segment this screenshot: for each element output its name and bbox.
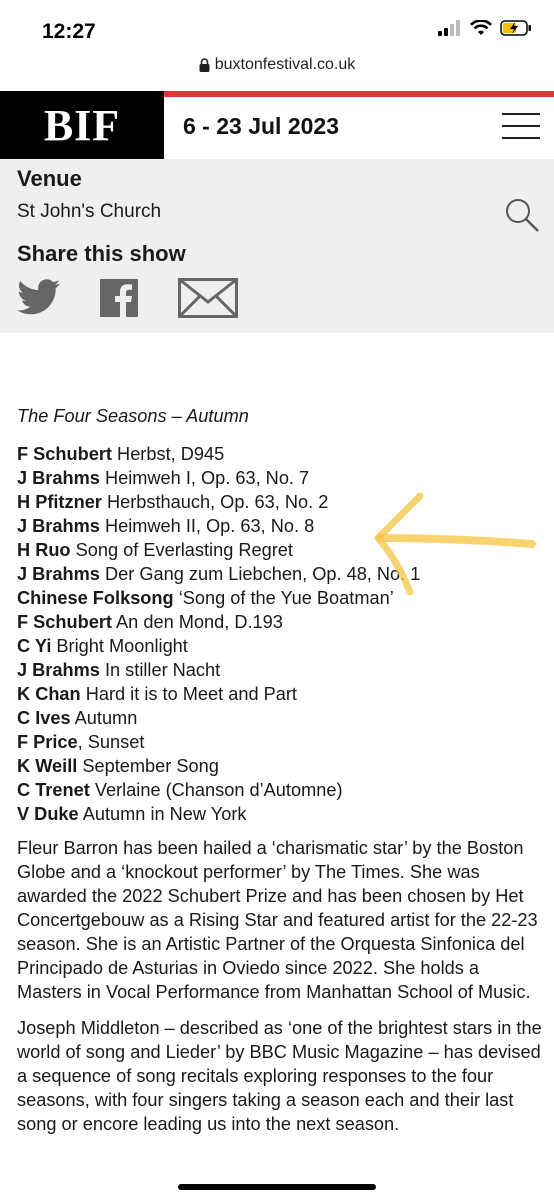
composer-name: H Pfitzner <box>17 492 102 512</box>
search-icon[interactable] <box>504 197 540 233</box>
work-title: Herbsthauch, Op. 63, No. 2 <box>101 492 329 512</box>
composer-name: K Chan <box>17 684 81 704</box>
composer-name: Chinese Folksong <box>17 588 174 608</box>
work-title: Song of Everlasting Regret <box>70 540 293 560</box>
venue-heading: Venue <box>17 166 82 191</box>
composer-name: F Price <box>17 732 78 752</box>
programme-item: C Yi Bright Moonlight <box>17 634 542 658</box>
work-title: Verlaine (Chanson d’Automne) <box>89 780 343 800</box>
work-title: ‘Song of the Yue Boatman’ <box>173 588 394 608</box>
work-title: In stiller Nacht <box>99 660 221 680</box>
battery-charging-icon <box>500 20 531 36</box>
menu-icon[interactable] <box>502 113 540 149</box>
composer-name: C Yi <box>17 636 52 656</box>
programme-item: J Brahms Heimweh I, Op. 63, No. 7 <box>17 466 542 490</box>
home-indicator[interactable] <box>178 1184 376 1190</box>
composer-name: F Schubert <box>17 444 112 464</box>
programme-item: F Schubert An den Mond, D.193 <box>17 610 542 634</box>
composer-name: J Brahms <box>17 660 100 680</box>
description-paragraph: Fleur Barron has been hailed a ‘charisma… <box>17 838 538 1002</box>
festival-logo[interactable]: BIF <box>0 91 164 159</box>
composer-name: J Brahms <box>17 516 100 536</box>
work-title: An den Mond, D.193 <box>112 612 283 632</box>
description-paragraph: Joseph Middleton – described as ‘one of … <box>17 1018 542 1134</box>
composer-name: J Brahms <box>17 564 100 584</box>
url-text: buxtonfestival.co.uk <box>214 56 356 73</box>
description-paragraphs: Fleur Barron has been hailed a ‘charisma… <box>17 836 542 1136</box>
work-title: Herbst, D945 <box>112 444 225 464</box>
programme-item: K Chan Hard it is to Meet and Part <box>17 682 542 706</box>
composer-name: C Ives <box>17 708 71 728</box>
work-title: Bright Moonlight <box>51 636 188 656</box>
status-bar: 12:27 <box>0 0 554 50</box>
accent-bar <box>164 91 554 97</box>
programme-item: C Ives Autumn <box>17 706 542 730</box>
work-title: September Song <box>77 756 219 776</box>
work-title: Hard it is to Meet and Part <box>80 684 297 704</box>
share-heading: Share this show <box>17 241 186 266</box>
work-title: Heimweh II, Op. 63, No. 8 <box>99 516 315 536</box>
venue-name: St John's Church <box>17 201 162 222</box>
programme-title: The Four Seasons – Autumn <box>17 406 249 426</box>
status-icons <box>438 20 532 36</box>
composer-name: H Ruo <box>17 540 71 560</box>
programme-item: K Weill September Song <box>17 754 542 778</box>
programme-item: C Trenet Verlaine (Chanson d’Automne) <box>17 778 542 802</box>
programme-item: F Schubert Herbst, D945 <box>17 442 542 466</box>
signal-icon <box>438 20 460 36</box>
work-title: Autumn <box>70 708 138 728</box>
composer-name: J Brahms <box>17 468 100 488</box>
composer-name: C Trenet <box>17 780 90 800</box>
wifi-icon <box>470 20 492 35</box>
browser-url-bar[interactable]: buxtonfestival.co.uk <box>0 56 554 74</box>
composer-name: V Duke <box>17 804 79 824</box>
programme-item: J Brahms In stiller Nacht <box>17 658 542 682</box>
twitter-icon[interactable] <box>17 279 61 317</box>
highlight-arrow-annotation <box>374 492 536 596</box>
composer-name: K Weill <box>17 756 78 776</box>
facebook-icon[interactable] <box>100 279 138 317</box>
festival-dates: 6 - 23 Jul 2023 <box>183 113 339 139</box>
status-time: 12:27 <box>42 20 96 43</box>
work-title: Autumn in New York <box>78 804 247 824</box>
work-title: , Sunset <box>77 732 145 752</box>
email-icon[interactable] <box>178 278 238 318</box>
work-title: Heimweh I, Op. 63, No. 7 <box>99 468 310 488</box>
programme-item: V Duke Autumn in New York <box>17 802 542 826</box>
composer-name: F Schubert <box>17 612 112 632</box>
lock-icon <box>199 58 210 72</box>
programme-item: F Price, Sunset <box>17 730 542 754</box>
